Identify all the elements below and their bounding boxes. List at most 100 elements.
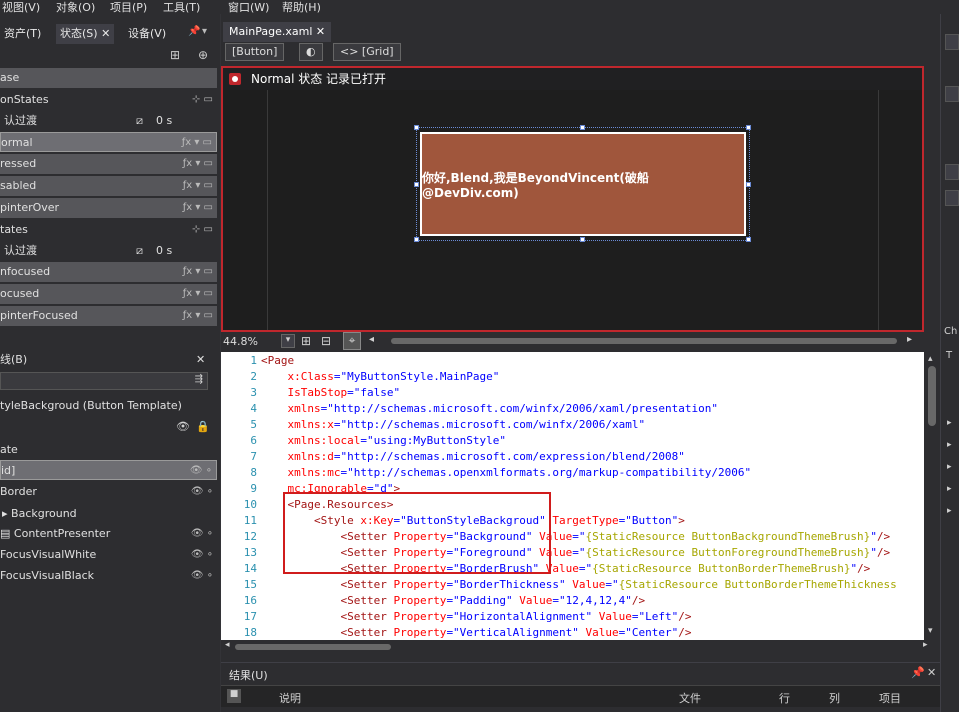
dropdown-icon[interactable]: ▾ [202,26,207,37]
code-line[interactable]: xmlns:d="http://schemas.microsoft.com/ex… [261,450,684,463]
pin-icon[interactable]: 📌 [188,26,200,37]
col-description[interactable]: 说明 [279,690,301,706]
code-line[interactable]: <Setter Property="HorizontalAlignment" V… [261,610,691,623]
state-disabled[interactable]: sabled ƒx ▾ ▭ [0,176,217,196]
fx-icon[interactable]: ƒx ▾ ▭ [183,176,213,196]
expand-icon[interactable]: ▸ [947,506,952,516]
state-pointerover[interactable]: pinterOver ƒx ▾ ▭ [0,198,217,218]
tab-states[interactable]: 状态(S) ✕ [56,24,115,44]
object-contentpresenter[interactable]: ▤ ContentPresenter 👁 ∘ [0,524,217,544]
preview-button[interactable]: 你好,Blend,我是BeyondVincent(破船@DevDiv.com) [420,132,746,236]
menu-help[interactable]: 帮助(H) [282,0,321,15]
object-background[interactable]: ▸ Background [0,504,217,524]
editor-horizontal-scrollbar[interactable]: ◂ ▸ [221,640,940,654]
fx-icon[interactable]: ƒx ▾ ▭ [183,262,213,282]
close-icon[interactable]: ✕ [196,350,205,370]
code-line[interactable]: xmlns:x="http://schemas.microsoft.com/wi… [261,418,645,431]
state-pressed[interactable]: ressed ƒx ▾ ▭ [0,154,217,174]
expand-icon[interactable]: ▸ [947,484,952,494]
code-line[interactable]: <Page [261,354,294,367]
panel-button[interactable] [945,86,959,102]
fx-icon[interactable]: ƒx ▾ ▭ [183,306,213,326]
add-state-icon[interactable]: ⊕ [198,48,208,62]
expand-icon[interactable]: ▸ [947,462,952,472]
template-root[interactable]: tyleBackgroud (Button Template) [0,396,217,416]
menu-window[interactable]: 窗口(W) [228,0,269,15]
state-focused[interactable]: ocused ƒx ▾ ▭ [0,284,217,304]
state-group-focus[interactable]: tates ⊹ ▭ [0,220,217,240]
expand-icon[interactable]: ▸ [947,418,952,428]
xaml-editor[interactable]: 1 <Page 2 x:Class="MyButtonStyle.MainPage"… [221,352,924,640]
zoom-level[interactable]: 44.8% [223,335,258,348]
col-project[interactable]: 项目 [879,690,901,706]
code-line[interactable]: <Setter Property="BorderThickness" Value… [261,578,896,591]
record-icon[interactable] [229,73,241,85]
fx-icon[interactable]: ƒx ▾ ▭ [183,154,213,174]
eye-icon[interactable]: 👁 ∘ [191,482,213,502]
breadcrumb-template-icon[interactable]: ◐ [299,43,323,61]
add-transition-icon[interactable]: ⊹ ▭ [192,220,213,240]
tab-mainpage[interactable]: MainPage.xaml ✕ [223,22,332,42]
code-line[interactable]: xmlns:mc="http://schemas.openxmlformats.… [261,466,751,479]
scroll-thumb[interactable] [928,366,936,426]
transition-duration[interactable]: 0 s [156,241,172,261]
add-transition-icon[interactable]: ⊹ ▭ [192,90,213,110]
close-icon[interactable]: ✕ [101,27,110,40]
tab-assets[interactable]: 资产(T) [0,24,45,44]
scroll-left-icon[interactable]: ◂ [225,640,230,650]
resize-handle[interactable] [746,125,751,130]
eye-icon[interactable]: 👁 ∘ [191,524,213,544]
code-line[interactable]: xmlns:local="using:MyButtonStyle" [261,434,506,447]
close-icon[interactable]: ✕ [927,666,936,679]
editor-vertical-scrollbar[interactable]: ▴ ▾ [924,352,940,640]
fx-icon[interactable]: ƒx ▾ ▭ [183,284,213,304]
panel-button[interactable] [945,34,959,50]
resize-handle[interactable] [746,182,751,187]
object-focusvisualwhite[interactable]: FocusVisualWhite 👁 ∘ [0,545,217,565]
lock-icon[interactable]: 🔒 [196,420,210,433]
resize-handle[interactable] [414,237,419,242]
easing-icon[interactable]: ⧄ [136,241,143,261]
state-unfocused[interactable]: nfocused ƒx ▾ ▭ [0,262,217,282]
code-line[interactable]: <Setter Property="Padding" Value="12,4,1… [261,594,645,607]
error-filter-icon[interactable]: ■ [227,689,241,703]
state-base[interactable]: ase [0,68,217,88]
close-icon[interactable]: ✕ [316,25,325,38]
state-normal[interactable]: ormal ƒx ▾ ▭ [0,132,217,152]
col-line[interactable]: 行 [779,690,790,706]
fx-icon[interactable]: ƒx ▾ ▭ [183,198,213,218]
col-file[interactable]: 文件 [679,690,701,706]
eye-icon[interactable]: 👁 [176,420,190,433]
menu-tools[interactable]: 工具(T) [163,0,200,15]
breadcrumb-button[interactable]: [Button] [225,43,285,61]
object-state[interactable]: ate [0,440,217,460]
menu-view[interactable]: 视图(V) [2,0,40,15]
horizontal-scrollbar[interactable] [391,338,897,344]
easing-icon[interactable]: ⧄ [136,111,143,131]
snap-lines-icon[interactable]: ⌖ [343,332,361,350]
scroll-left-icon[interactable]: ◂ [369,334,374,345]
resize-handle[interactable] [414,125,419,130]
object-border[interactable]: Border 👁 ∘ [0,482,217,502]
eye-icon[interactable]: 👁 ∘ [190,461,212,481]
scroll-right-icon[interactable]: ▸ [907,334,912,345]
search-icon[interactable]: ⇶ [195,374,203,385]
tab-device[interactable]: 设备(V) [124,24,170,44]
menu-project[interactable]: 项目(P) [110,0,147,15]
fx-icon[interactable]: ƒx ▾ ▭ [182,133,212,153]
scroll-up-icon[interactable]: ▴ [928,354,933,364]
object-grid[interactable]: id] 👁 ∘ [0,460,217,480]
code-line[interactable]: <Setter Property="VerticalAlignment" Val… [261,626,691,639]
resize-handle[interactable] [580,237,585,242]
eye-icon[interactable]: 👁 ∘ [191,545,213,565]
menu-object[interactable]: 对象(O) [56,0,95,15]
artboard[interactable]: 你好,Blend,我是BeyondVincent(破船@DevDiv.com) [267,90,879,330]
state-pointerfocused[interactable]: pinterFocused ƒx ▾ ▭ [0,306,217,326]
eye-icon[interactable]: 👁 ∘ [191,566,213,586]
grid-toggle-icon[interactable]: ⊞ [301,334,311,348]
object-focusvisualblack[interactable]: FocusVisualBlack 👁 ∘ [0,566,217,586]
snap-grid-icon[interactable]: ⊟ [321,334,331,348]
expand-icon[interactable]: ▸ [0,507,8,520]
design-surface[interactable]: Normal 状态 记录已打开 你好,Blend,我是BeyondVincent… [221,66,924,332]
resize-handle[interactable] [414,182,419,187]
